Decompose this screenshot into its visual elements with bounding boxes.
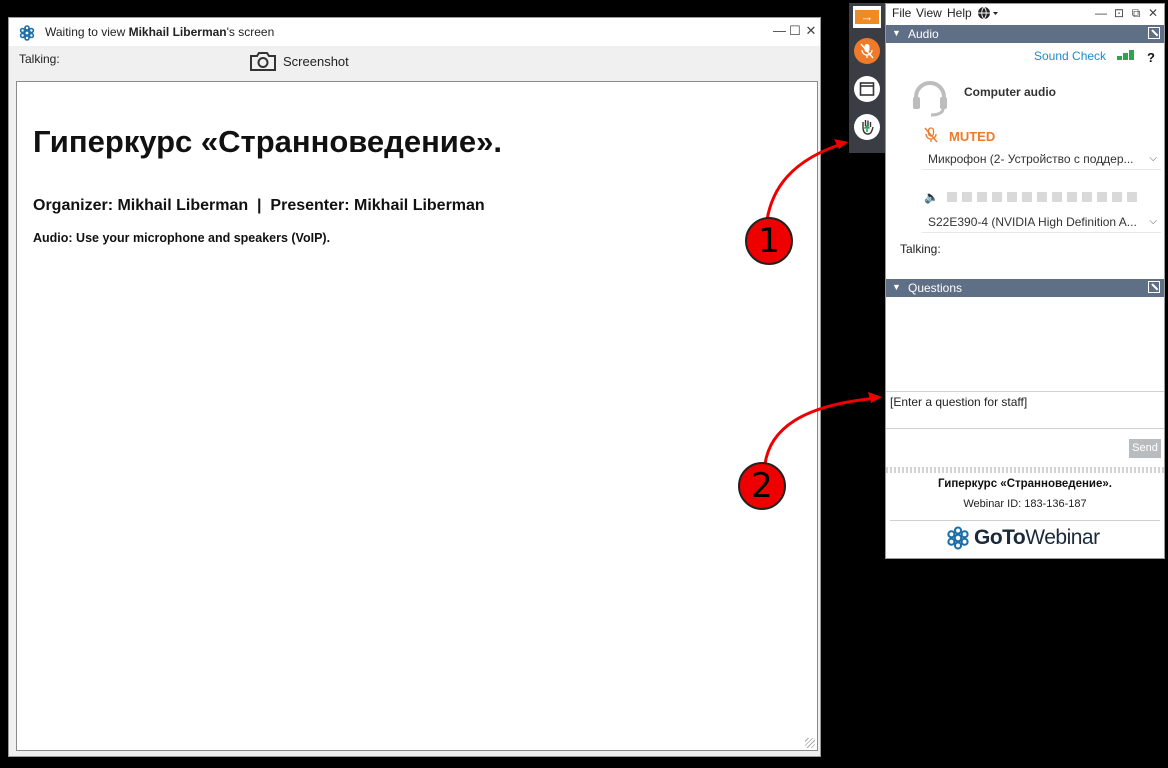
panel-close-button[interactable]: ✕ [1146, 6, 1160, 20]
gotowebinar-logo-icon [19, 25, 35, 41]
panel-popout-button[interactable]: ⧉ [1129, 6, 1143, 21]
mic-muted-status-icon [924, 127, 938, 143]
level-segment [1082, 192, 1092, 202]
maximize-button[interactable]: ☐ [789, 24, 801, 38]
control-strip: → [849, 3, 885, 153]
level-segment [1097, 192, 1107, 202]
annotation-badge-1: 1 [745, 217, 793, 265]
webinar-id: Webinar ID: 183-136-187 [963, 498, 1087, 510]
footer-divider [890, 520, 1160, 521]
headset-icon [913, 81, 947, 117]
questions-section-title: Questions [908, 281, 963, 295]
minimize-button[interactable]: — [773, 24, 786, 38]
mute-status[interactable]: MUTED [949, 129, 995, 144]
questions-section-header[interactable]: ▼ Questions [886, 279, 1164, 297]
level-segment [992, 192, 1002, 202]
questions-log [886, 297, 1164, 391]
popout-icon[interactable] [1148, 281, 1160, 293]
menu-bar: File View Help — ⊡ ⧉ ✕ [886, 4, 1164, 24]
level-segment [1007, 192, 1017, 202]
signal-bars-icon [1117, 50, 1134, 60]
panel-talking-label: Talking: [900, 242, 941, 256]
panel-divider-grip[interactable] [886, 467, 1164, 473]
annotation-arrow-1-head [834, 139, 848, 149]
viewer-toolbar: Talking: Screenshot [9, 46, 820, 78]
gotowebinar-brand: GoToWebinar [946, 526, 1100, 550]
question-input[interactable]: [Enter a question for staff] [886, 391, 1164, 429]
close-button[interactable]: ✕ [805, 24, 817, 38]
level-segment [962, 192, 972, 202]
language-button[interactable] [977, 6, 999, 23]
audio-level-meter [947, 192, 1137, 202]
speaker-value: S22E390-4 (NVIDIA High Definition A... [928, 215, 1137, 229]
screenshot-label: Screenshot [283, 53, 349, 69]
screenshot-button[interactable]: Screenshot [249, 48, 349, 74]
slide-audio-line: Audio: Use your microphone and speakers … [33, 231, 331, 245]
audio-mode-label: Computer audio [964, 85, 1056, 99]
menu-view[interactable]: View [916, 6, 942, 20]
brand-goto: GoTo [974, 526, 1026, 549]
raise-hand-icon [854, 114, 880, 140]
window-icon [854, 76, 880, 102]
control-panel: File View Help — ⊡ ⧉ ✕ ▼ Audio Sound Che… [885, 3, 1165, 559]
viewer-title: Waiting to view Mikhail Liberman's scree… [45, 25, 275, 39]
viewer-titlebar: Waiting to view Mikhail Liberman's scree… [9, 18, 820, 46]
level-segment [1022, 192, 1032, 202]
level-segment [1067, 192, 1077, 202]
level-segment [1037, 192, 1047, 202]
collapse-triangle-icon: ▼ [892, 282, 901, 292]
level-segment [1127, 192, 1137, 202]
camera-icon [250, 52, 276, 71]
microphone-select[interactable]: Микрофон (2- Устройство с поддер... ⌵ [922, 150, 1161, 170]
level-segment [947, 192, 957, 202]
screen-view-button[interactable] [853, 75, 881, 103]
level-segment [977, 192, 987, 202]
gotowebinar-logo-icon [947, 526, 969, 550]
slide-organizer-line: Organizer: Mikhail Liberman | Presenter:… [33, 197, 485, 214]
globe-icon [978, 6, 998, 20]
audio-help-button[interactable]: ? [1147, 50, 1155, 65]
talking-label: Talking: [19, 52, 60, 66]
webinar-title: Гиперкурс «Странноведение». [938, 478, 1112, 490]
audio-section-title: Audio [908, 27, 939, 41]
shared-screen-area: Гиперкурс «Странноведение». Organizer: M… [16, 81, 818, 751]
speaker-icon: 🔈 [924, 190, 939, 204]
slide-heading: Гиперкурс «Странноведение». [33, 124, 502, 159]
collapse-panel-button[interactable]: → [853, 6, 881, 28]
annotation-arrow-2-head [868, 392, 882, 403]
audio-section-header[interactable]: ▼ Audio [886, 25, 1164, 43]
menu-help[interactable]: Help [947, 6, 972, 20]
brand-webinar: Webinar [1025, 526, 1100, 549]
send-button[interactable]: Send [1129, 439, 1161, 458]
popout-icon[interactable] [1148, 27, 1160, 39]
chevron-down-icon: ⌵ [1149, 153, 1157, 164]
annotation-badge-2: 2 [738, 462, 786, 510]
raise-hand-button[interactable] [853, 113, 881, 141]
panel-minimize-button[interactable]: — [1094, 6, 1108, 20]
level-segment [1052, 192, 1062, 202]
collapse-triangle-icon: ▼ [892, 28, 901, 38]
mic-toggle-button[interactable] [853, 37, 881, 65]
panel-restore-button[interactable]: ⊡ [1112, 6, 1126, 20]
menu-file[interactable]: File [892, 6, 911, 20]
arrow-right-icon: → [855, 10, 879, 24]
microphone-value: Микрофон (2- Устройство с поддер... [928, 152, 1134, 166]
chevron-down-icon: ⌵ [1149, 216, 1157, 227]
speaker-select[interactable]: S22E390-4 (NVIDIA High Definition A... ⌵ [922, 213, 1161, 233]
resize-grip[interactable] [805, 738, 815, 748]
mic-muted-icon [854, 38, 880, 64]
level-segment [1112, 192, 1122, 202]
viewer-window: Waiting to view Mikhail Liberman's scree… [8, 17, 821, 757]
sound-check-link[interactable]: Sound Check [1034, 49, 1106, 63]
